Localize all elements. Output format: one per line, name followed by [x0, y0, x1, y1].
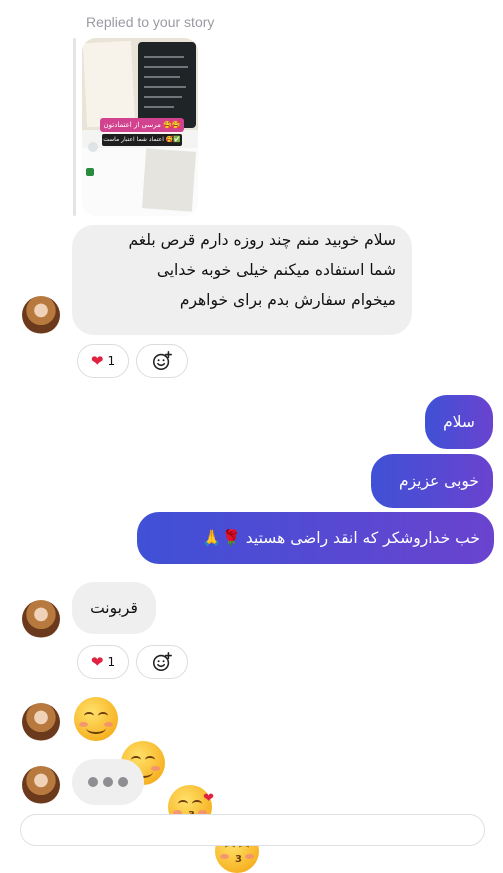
- story-paper: [82, 40, 136, 128]
- add-reaction-icon: [152, 652, 172, 672]
- message-composer[interactable]: [20, 814, 485, 846]
- phone-text-line: [144, 66, 188, 68]
- typing-indicator: [72, 759, 144, 805]
- phone-text-line: [144, 76, 180, 78]
- add-reaction-icon: [152, 351, 172, 371]
- reaction-count: 1: [107, 354, 116, 368]
- reaction-count: 1: [107, 655, 116, 669]
- phone-text-line: [144, 86, 186, 88]
- typing-dot: [118, 777, 128, 787]
- message-line: سلام خوبید منم چند روزه دارم قرص بلغم: [128, 231, 396, 249]
- story-banner-trust: اعتماد شما اعتبار ماست 🥰✅: [102, 134, 182, 146]
- story-green-mark: [86, 168, 94, 176]
- add-reaction-button[interactable]: [136, 344, 188, 378]
- add-reaction-button[interactable]: [136, 645, 188, 679]
- sender-avatar[interactable]: [22, 703, 60, 741]
- typing-dot: [103, 777, 113, 787]
- replied-to-story-label: Replied to your story: [86, 14, 215, 30]
- outgoing-message-bubble[interactable]: سلام: [425, 395, 493, 449]
- phone-text-line: [144, 96, 182, 98]
- outgoing-message-bubble[interactable]: خب خداروشکر که انقد راضی هستید 🌹🙏: [137, 512, 494, 564]
- sender-avatar[interactable]: [22, 296, 60, 334]
- heart-icon: ❤: [90, 352, 104, 370]
- blush-face-icon: [74, 697, 118, 741]
- story-handwritten-note: [141, 148, 197, 212]
- outgoing-message-bubble[interactable]: خوبی عزیزم: [371, 454, 493, 508]
- story-dot: [88, 142, 98, 152]
- typing-dot: [88, 777, 98, 787]
- reaction-heart-pill[interactable]: ❤ 1: [77, 645, 129, 679]
- reaction-heart-pill[interactable]: ❤ 1: [77, 344, 129, 378]
- heart-icon: ❤: [90, 653, 104, 671]
- story-phone-screenshot: [138, 42, 196, 128]
- incoming-message-bubble[interactable]: قربونت: [72, 582, 156, 634]
- incoming-message-bubble[interactable]: سلام خوبید منم چند روزه دارم قرص بلغم شم…: [72, 225, 412, 335]
- sender-avatar[interactable]: [22, 766, 60, 804]
- story-banner-thanks: مرسی از اعتمادتون 🥰🥰: [100, 118, 184, 132]
- heart-icon: ❤: [203, 791, 214, 806]
- message-line: میخوام سفارش بدم برای خواهرم: [179, 291, 396, 309]
- phone-text-line: [144, 56, 184, 58]
- phone-text-line: [144, 106, 174, 108]
- sender-avatar[interactable]: [22, 600, 60, 638]
- story-thumbnail[interactable]: مرسی از اعتمادتون 🥰🥰 اعتماد شما اعتبار م…: [82, 38, 198, 216]
- reply-indicator-bar: [73, 38, 76, 216]
- message-line: شما استفاده میکنم خیلی خوبه خدایی: [156, 261, 396, 279]
